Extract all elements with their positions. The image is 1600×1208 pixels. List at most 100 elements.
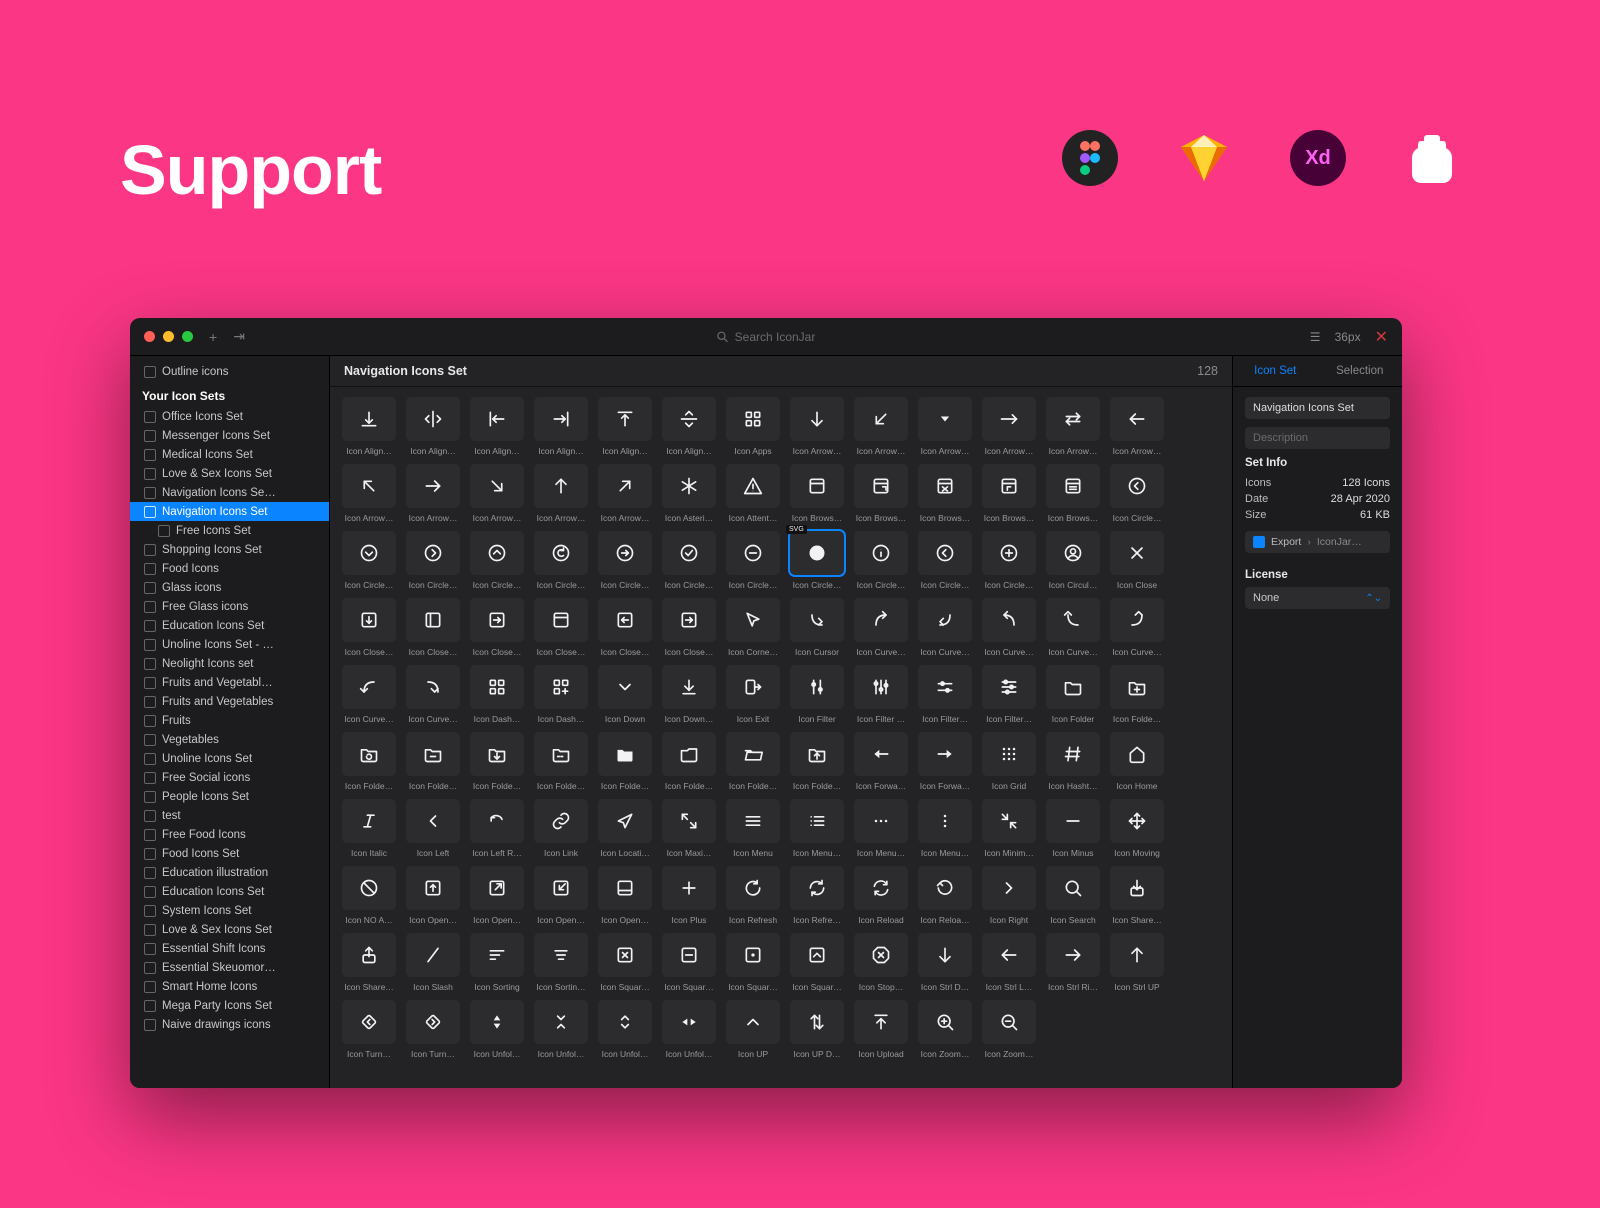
icon-cell[interactable]: Icon Circle… (662, 531, 716, 590)
close-panel-icon[interactable]: ✕ (1375, 327, 1388, 347)
icon-cell[interactable]: Icon Open… (470, 866, 524, 925)
sidebar-item[interactable]: Free Glass icons (130, 597, 329, 616)
sidebar-item[interactable]: Neolight Icons set (130, 654, 329, 673)
icon-cell[interactable]: Icon Sortin… (534, 933, 588, 992)
icon-cell[interactable]: Icon Brows… (854, 464, 908, 523)
sidebar-item[interactable]: Office Icons Set (130, 407, 329, 426)
export-button[interactable]: ⇥ (233, 328, 245, 345)
icon-cell[interactable]: Icon Close… (406, 598, 460, 657)
traffic-lights[interactable] (144, 331, 193, 342)
icon-size-label[interactable]: 36px (1335, 330, 1361, 344)
icon-cell[interactable]: Icon Circle… (598, 531, 652, 590)
icon-cell[interactable]: Icon Close (1110, 531, 1164, 590)
icon-cell[interactable]: Icon Forwa… (854, 732, 908, 791)
icon-cell[interactable]: Icon NO A… (342, 866, 396, 925)
sidebar-item[interactable]: Naive drawings icons (130, 1015, 329, 1034)
icon-cell[interactable]: Icon Curve… (854, 598, 908, 657)
icon-cell[interactable]: Icon Share… (1110, 866, 1164, 925)
icon-cell[interactable]: Icon Strl L… (982, 933, 1036, 992)
icon-cell[interactable]: Icon Arrow… (470, 464, 524, 523)
icon-cell[interactable]: Icon Brows… (918, 464, 972, 523)
icon-cell[interactable]: Icon Circle… (982, 531, 1036, 590)
icon-cell[interactable]: Icon Squar… (598, 933, 652, 992)
icon-cell[interactable]: Icon Squar… (662, 933, 716, 992)
icon-cell[interactable]: Icon Left (406, 799, 460, 858)
icon-cell[interactable]: Icon Brows… (790, 464, 844, 523)
tab-selection[interactable]: Selection (1318, 356, 1403, 386)
sidebar-item[interactable]: test (130, 806, 329, 825)
sidebar-item[interactable]: Mega Party Icons Set (130, 996, 329, 1015)
icon-cell[interactable]: Icon Close… (342, 598, 396, 657)
icon-cell[interactable]: Icon Down (598, 665, 652, 724)
icon-cell[interactable]: Icon Down… (662, 665, 716, 724)
search-input[interactable]: Search IconJar (717, 330, 816, 344)
icon-cell[interactable]: Icon Folde… (534, 732, 588, 791)
sidebar-item[interactable]: Fruits (130, 711, 329, 730)
icon-cell[interactable]: Icon Close… (598, 598, 652, 657)
export-row[interactable]: Export › IconJar… (1245, 531, 1390, 553)
sidebar-item[interactable]: Medical Icons Set (130, 445, 329, 464)
icon-cell[interactable]: Icon Align… (662, 397, 716, 456)
set-desc-field[interactable]: Description (1245, 427, 1390, 449)
zoom-icon[interactable] (182, 331, 193, 342)
icon-cell[interactable]: Icon Folde… (598, 732, 652, 791)
icon-cell[interactable]: Icon Circul… (1046, 531, 1100, 590)
icon-cell[interactable]: Icon Menu… (918, 799, 972, 858)
icon-cell[interactable]: Icon Arrow… (790, 397, 844, 456)
sidebar-item-outline[interactable]: Outline icons (130, 362, 329, 381)
license-select[interactable]: None ⌃⌄ (1245, 587, 1390, 609)
sidebar-item[interactable]: Essential Shift Icons (130, 939, 329, 958)
sidebar-item[interactable]: Shopping Icons Set (130, 540, 329, 559)
close-icon[interactable] (144, 331, 155, 342)
sidebar-item[interactable]: Navigation Icons Se… (130, 483, 329, 502)
sidebar-item[interactable]: Navigation Icons Set (130, 502, 329, 521)
icon-cell[interactable]: Icon Exit (726, 665, 780, 724)
icon-cell[interactable]: Icon Open… (598, 866, 652, 925)
sidebar-item[interactable]: Free Food Icons (130, 825, 329, 844)
icon-cell[interactable]: Icon Arrow… (1046, 397, 1100, 456)
icon-cell[interactable]: Icon Arrow… (918, 397, 972, 456)
sidebar-item[interactable]: Free Icons Set (130, 521, 329, 540)
icon-cell[interactable]: Icon Zoom… (982, 1000, 1036, 1059)
sidebar-item[interactable]: Essential Skeuomor… (130, 958, 329, 977)
icon-cell[interactable]: Icon Circle… (470, 531, 524, 590)
sidebar-item[interactable]: Food Icons Set (130, 844, 329, 863)
icon-cell[interactable]: Icon Open… (406, 866, 460, 925)
icon-cell[interactable]: Icon Filter … (854, 665, 908, 724)
icon-cell[interactable]: Icon Close… (662, 598, 716, 657)
icon-cell[interactable]: Icon UP D… (790, 1000, 844, 1059)
icon-cell[interactable]: Icon Circle… (1110, 464, 1164, 523)
icon-cell[interactable]: Icon Arrow… (854, 397, 908, 456)
icon-cell[interactable]: Icon Plus (662, 866, 716, 925)
sidebar-item[interactable]: Unoline Icons Set - … (130, 635, 329, 654)
icon-cell[interactable]: Icon Unfol… (598, 1000, 652, 1059)
sidebar-item[interactable]: Food Icons (130, 559, 329, 578)
icon-cell[interactable]: Icon Filter… (918, 665, 972, 724)
icon-cell[interactable]: Icon Minus (1046, 799, 1100, 858)
icon-cell[interactable]: Icon Curve… (982, 598, 1036, 657)
icon-cell[interactable]: Icon Link (534, 799, 588, 858)
icon-cell[interactable]: Icon Italic (342, 799, 396, 858)
icon-cell[interactable]: Icon Attent… (726, 464, 780, 523)
icon-cell[interactable]: Icon Curve… (342, 665, 396, 724)
sidebar-item[interactable]: System Icons Set (130, 901, 329, 920)
icon-cell[interactable]: Icon Folde… (406, 732, 460, 791)
sidebar-item[interactable]: Education illustration (130, 863, 329, 882)
icon-cell[interactable]: Icon Arrow… (534, 464, 588, 523)
icon-cell[interactable]: Icon Close… (534, 598, 588, 657)
icon-cell[interactable]: Icon Folder (1046, 665, 1100, 724)
icon-cell[interactable]: Icon Folde… (470, 732, 524, 791)
sidebar-item[interactable]: People Icons Set (130, 787, 329, 806)
set-name-field[interactable]: Navigation Icons Set (1245, 397, 1390, 419)
inspector-tabs[interactable]: Icon Set Selection (1233, 356, 1402, 387)
icon-cell[interactable]: Icon Circle… (726, 531, 780, 590)
icon-cell[interactable]: Icon Arrow… (982, 397, 1036, 456)
icon-cell[interactable]: Icon Reloa… (918, 866, 972, 925)
icon-cell[interactable]: Icon Search (1046, 866, 1100, 925)
icon-cell[interactable]: Icon Slash (406, 933, 460, 992)
icon-cell[interactable]: Icon Circle… (534, 531, 588, 590)
icon-cell[interactable]: Icon Align… (406, 397, 460, 456)
icon-cell[interactable]: Icon Brows… (982, 464, 1036, 523)
icon-cell[interactable]: Icon Dash… (470, 665, 524, 724)
icon-cell[interactable]: Icon Align… (534, 397, 588, 456)
